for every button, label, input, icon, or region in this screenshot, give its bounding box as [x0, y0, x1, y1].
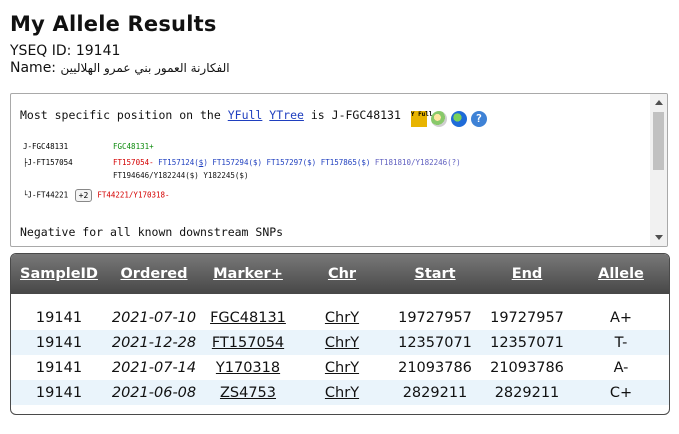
tree-row-root: J-FGC48131 FGC48131+: [23, 142, 154, 151]
snp-item: FT157294($): [212, 158, 263, 167]
table-row: 19141 2021-07-10 FGC48131 ChrY 19727957 …: [11, 305, 669, 330]
haplogroup-panel-content: Most specific position on the YFull YTre…: [11, 94, 650, 246]
position-is: is: [310, 108, 325, 122]
start-cell: 12357071: [389, 330, 481, 355]
haplogroup-label: J-FGC48131: [23, 142, 69, 151]
chr-link[interactable]: ChrY: [295, 355, 389, 380]
sample-id-cell: 19141: [11, 380, 107, 405]
yseq-id-value: 19141: [75, 43, 121, 59]
end-cell: 2829211: [481, 380, 573, 405]
snp-negative: FT44221/Y170318-: [97, 190, 170, 200]
yfull-link[interactable]: YFull: [228, 108, 263, 122]
snp-positive: FGC48131+: [113, 142, 154, 151]
haplogroup-label: ├J-FT157054: [23, 158, 73, 167]
name-label: Name:: [10, 60, 57, 76]
panel-scrollbar[interactable]: [650, 94, 667, 246]
chr-link[interactable]: ChrY: [295, 330, 389, 355]
snp-uncertain: FT181810/Y182246(?): [374, 158, 461, 167]
yseq-id-line: YSEQ ID: 19141: [10, 43, 120, 59]
allele-cell: C+: [573, 380, 669, 405]
sort-allele-header[interactable]: Allele: [573, 254, 669, 294]
allele-cell: A+: [609, 309, 633, 326]
snp-item: FT157297($): [266, 158, 317, 167]
snp-item: FT157124($): [158, 158, 208, 167]
ordered-cell: 2021-07-14: [111, 359, 197, 376]
tree-row-ft157054: ├J-FT157054 FT157054- FT157124($) FT15729…: [23, 158, 461, 167]
sample-id-cell: 19141: [11, 330, 107, 355]
sort-chr-header[interactable]: Chr: [295, 254, 389, 294]
sort-ordered-header[interactable]: Ordered: [107, 254, 201, 294]
table-row: 19141 2021-06-08 ZS4753 ChrY 2829211 282…: [11, 380, 669, 405]
sample-id-cell: 19141: [35, 309, 83, 326]
table-row: 19141 2021-07-14 Y170318 ChrY 21093786 2…: [11, 355, 669, 380]
scroll-thumb[interactable]: [653, 112, 664, 170]
negative-downstream-text: Negative for all known downstream SNPs: [20, 225, 284, 239]
sort-marker-header[interactable]: Marker+: [201, 254, 295, 294]
start-cell: 21093786: [398, 359, 472, 376]
scroll-down-arrow-icon[interactable]: [655, 235, 663, 240]
marker-link[interactable]: FGC48131: [201, 305, 295, 330]
allele-cell: A-: [613, 359, 629, 376]
name-line: Name: الفكارنة العمور بني عمرو الهلاليين: [10, 60, 230, 76]
help-icon[interactable]: ?: [470, 110, 487, 127]
haplogroup-label: └J-FT44221: [23, 190, 69, 200]
ordered-cell: 2021-06-08: [107, 380, 201, 405]
end-cell: 12357071: [481, 330, 573, 355]
start-cell: 2829211: [389, 380, 481, 405]
yfull-icon[interactable]: Y Full: [410, 110, 433, 127]
table-row: 19141 2021-12-28 FT157054 ChrY 12357071 …: [11, 330, 669, 355]
sample-id-cell: 19141: [35, 359, 83, 376]
sort-start-header[interactable]: Start: [389, 254, 481, 294]
yseq-id-label: YSEQ ID:: [10, 43, 72, 59]
snp-item: FT194646/Y182244($): [113, 171, 199, 180]
sort-sampleid-header[interactable]: SampleID: [11, 254, 107, 294]
ytree-link[interactable]: YTree: [269, 108, 304, 122]
expand-button[interactable]: +2: [74, 189, 93, 202]
tree-row-ft157054-cont: FT194646/Y182244($) Y182245($): [113, 171, 248, 180]
world-globe-icon[interactable]: [450, 110, 467, 127]
most-specific-position-line: Most specific position on the YFull YTre…: [20, 108, 491, 127]
chr-link[interactable]: ChrY: [295, 305, 389, 330]
marker-link[interactable]: FT157054: [201, 330, 295, 355]
marker-link[interactable]: ZS4753: [201, 380, 295, 405]
chr-link[interactable]: ChrY: [295, 380, 389, 405]
haplogroup-panel[interactable]: Most specific position on the YFull YTre…: [10, 93, 668, 247]
allele-results-table: SampleID Ordered Marker+ Chr Start End A…: [10, 253, 670, 415]
position-prefix: Most specific position on the: [20, 108, 221, 122]
scroll-up-arrow-icon[interactable]: [655, 100, 663, 105]
ordered-cell: 2021-07-10: [111, 309, 197, 326]
ordered-cell: 2021-12-28: [107, 330, 201, 355]
tree-row-ft44221: └J-FT44221 +2 FT44221/Y170318-: [23, 189, 170, 202]
snp-item: FT157865($): [320, 158, 371, 167]
page-title: My Allele Results: [10, 12, 217, 36]
sort-end-header[interactable]: End: [481, 254, 573, 294]
end-cell: 19727957: [490, 309, 564, 326]
marker-link[interactable]: Y170318: [201, 355, 295, 380]
allele-cell: T-: [573, 330, 669, 355]
end-cell: 21093786: [490, 359, 564, 376]
start-cell: 19727957: [398, 309, 472, 326]
position-value: J-FGC48131: [331, 108, 401, 122]
snp-item: Y182245($): [203, 171, 249, 180]
name-value: الفكارنة العمور بني عمرو الهلاليين: [60, 61, 230, 75]
snp-negative: FT157054-: [113, 158, 154, 167]
globe-map-icon[interactable]: [430, 110, 447, 127]
table-header-row: SampleID Ordered Marker+ Chr Start End A…: [11, 254, 669, 294]
